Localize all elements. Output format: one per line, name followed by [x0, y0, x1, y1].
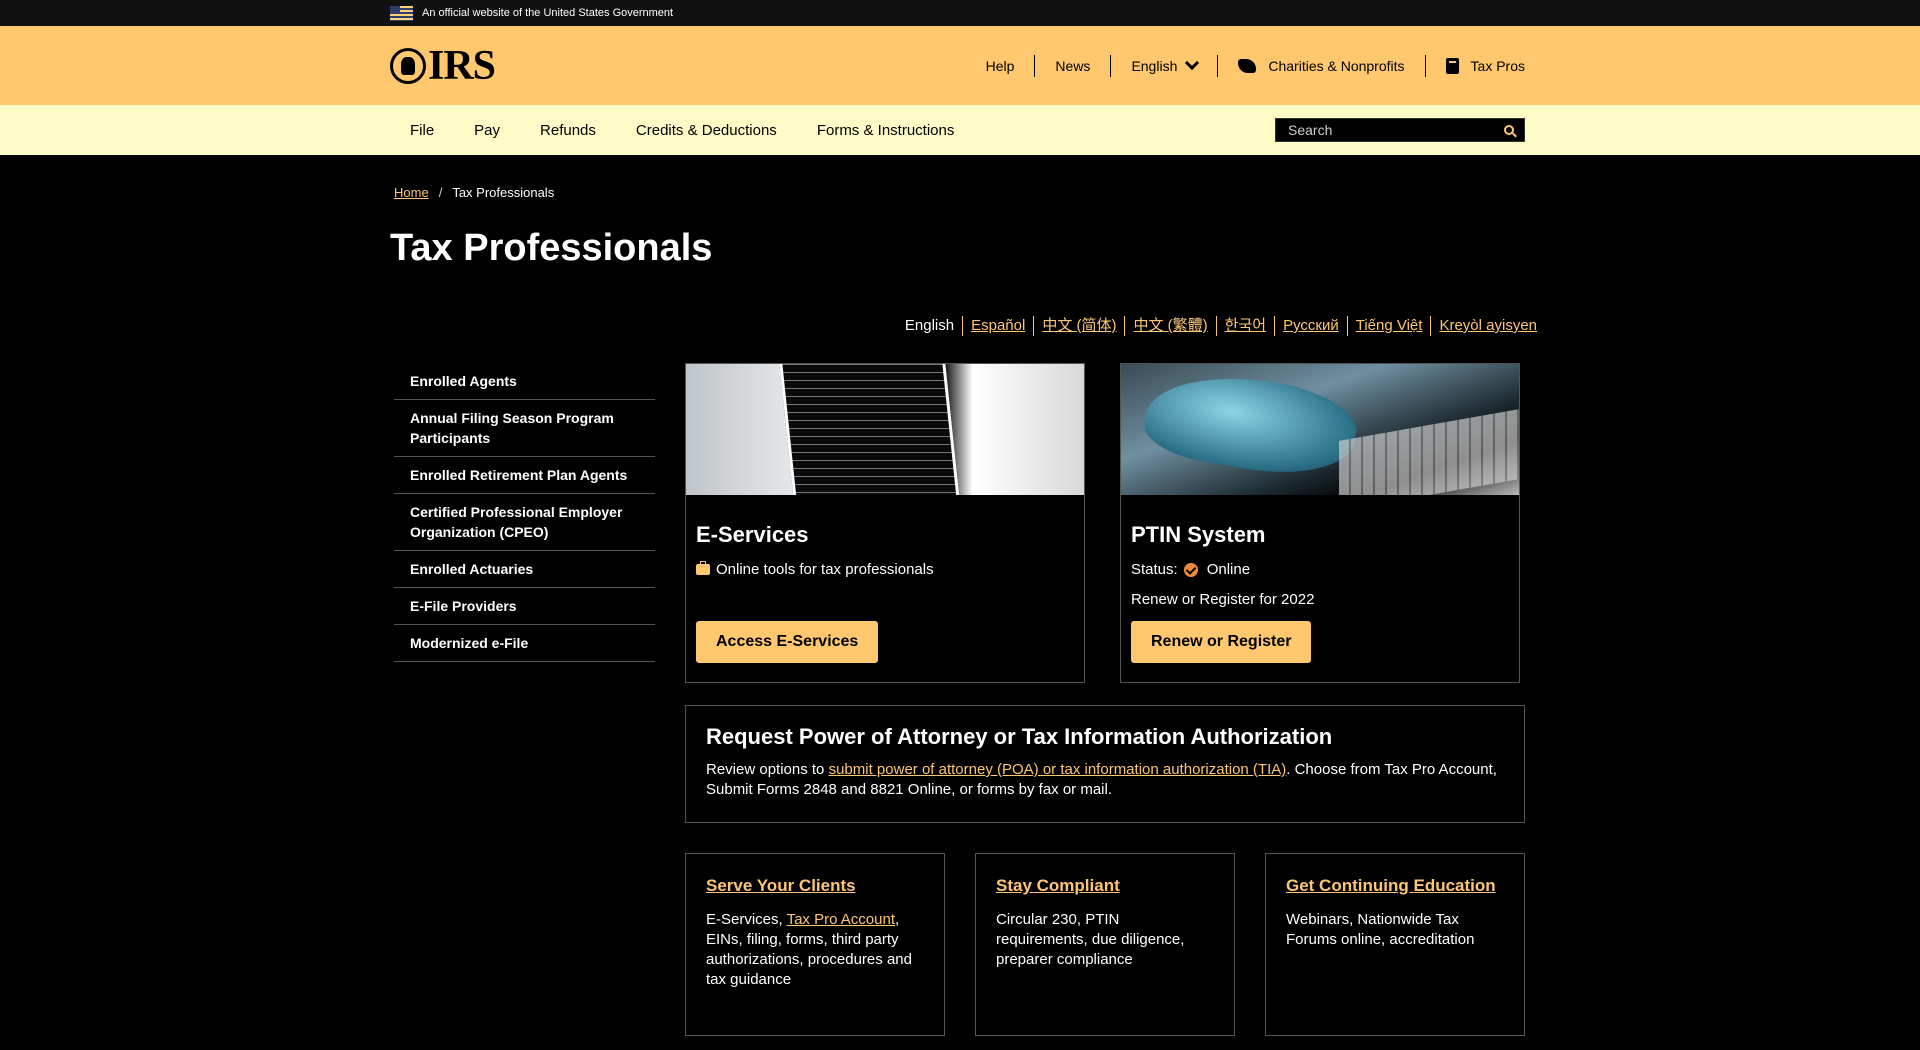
lang-chinese-simplified[interactable]: 中文 (简体)	[1033, 316, 1124, 336]
tax-pro-account-link[interactable]: Tax Pro Account	[787, 911, 895, 928]
nav-forms-instructions[interactable]: Forms & Instructions	[797, 122, 975, 139]
renew-register-button[interactable]: Renew or Register	[1131, 621, 1312, 663]
language-dropdown[interactable]: English	[1110, 54, 1217, 77]
poa-link[interactable]: submit power of attorney (POA) or tax in…	[829, 761, 1287, 778]
eservices-title: E-Services	[696, 522, 809, 547]
lang-haitian-creole[interactable]: Kreyòl ayisyen	[1430, 316, 1545, 336]
nav-file[interactable]: File	[390, 122, 454, 139]
sidebar-item-enrolled-agents[interactable]: Enrolled Agents	[394, 363, 655, 400]
poa-card: Request Power of Attorney or Tax Informa…	[685, 705, 1525, 823]
lang-spanish[interactable]: Español	[962, 316, 1033, 336]
lang-korean[interactable]: 한국어	[1215, 316, 1274, 336]
search-icon[interactable]	[1504, 125, 1514, 135]
page-title: Tax Professionals	[390, 227, 713, 269]
language-switcher: English Español 中文 (简体) 中文 (繁體) 한국어 Русс…	[897, 316, 1545, 336]
sidebar-nav: Enrolled Agents Annual Filing Season Pro…	[394, 363, 655, 662]
charities-link[interactable]: Charities & Nonprofits	[1217, 54, 1424, 77]
lang-vietnamese[interactable]: Tiếng Việt	[1346, 316, 1431, 336]
sidebar-item-afsp[interactable]: Annual Filing Season Program Participant…	[394, 400, 655, 457]
continuing-education-card: Get Continuing Education Webinars, Natio…	[1265, 853, 1525, 1036]
sidebar-item-enrolled-actuaries[interactable]: Enrolled Actuaries	[394, 551, 655, 588]
chevron-down-icon	[1185, 55, 1200, 71]
poa-title: Request Power of Attorney or Tax Informa…	[706, 724, 1333, 749]
ptin-card: PTIN System Status: Online Renew or Regi…	[1120, 363, 1520, 683]
help-link[interactable]: Help	[966, 55, 1035, 77]
eagle-icon	[390, 47, 426, 84]
stay-compliant-card: Stay Compliant Circular 230, PTIN requir…	[975, 853, 1235, 1036]
logo-text: IRS	[428, 42, 496, 89]
briefcase-icon	[696, 561, 710, 575]
sidebar-item-efile-providers[interactable]: E-File Providers	[394, 588, 655, 625]
ptin-title: PTIN System	[1131, 522, 1266, 547]
book-icon	[1445, 57, 1459, 74]
tax-pros-link[interactable]: Tax Pros	[1424, 54, 1525, 77]
poa-text-before: Review options to	[706, 761, 829, 778]
sidebar-item-retirement-plan-agents[interactable]: Enrolled Retirement Plan Agents	[394, 457, 655, 494]
serve-text-before: E-Services,	[706, 911, 787, 928]
ptin-renew-text: Renew or Register for 2022	[1131, 591, 1315, 608]
irs-logo[interactable]: IRS	[390, 42, 496, 90]
ptin-status-value: Online	[1206, 561, 1251, 578]
charities-label: Charities & Nonprofits	[1268, 57, 1405, 74]
eservices-description-row: Online tools for tax professionals	[696, 561, 934, 578]
lang-chinese-traditional[interactable]: 中文 (繁體)	[1124, 316, 1215, 336]
continuing-education-link[interactable]: Get Continuing Education	[1286, 876, 1496, 895]
ptin-status-row: Status: Online	[1131, 561, 1250, 578]
stay-compliant-text: Circular 230, PTIN requirements, due dil…	[996, 911, 1185, 968]
main-nav: File Pay Refunds Credits & Deductions Fo…	[0, 105, 1920, 155]
sidebar-item-cpeo[interactable]: Certified Professional Employer Organiza…	[394, 494, 655, 551]
gov-banner: An official website of the United States…	[0, 0, 1920, 26]
utility-nav: Help News English Charities & Nonprofits…	[966, 54, 1525, 77]
eservices-image	[686, 364, 1084, 495]
serve-clients-card: Serve Your Clients E-Services, Tax Pro A…	[685, 853, 945, 1036]
breadcrumb: Home / Tax Professionals	[394, 185, 554, 200]
search-input[interactable]	[1276, 122, 1504, 138]
site-header: IRS Help News English Charities & Nonpro…	[0, 26, 1920, 105]
stay-compliant-link[interactable]: Stay Compliant	[996, 876, 1120, 895]
sidebar-item-modernized-efile[interactable]: Modernized e-File	[394, 625, 655, 662]
breadcrumb-current: Tax Professionals	[452, 185, 555, 200]
check-circle-icon	[1183, 562, 1198, 577]
nav-pay[interactable]: Pay	[454, 122, 520, 139]
lang-russian[interactable]: Русский	[1274, 316, 1347, 336]
serve-clients-text: E-Services, Tax Pro Account, EINs, filin…	[706, 910, 924, 990]
language-label: English	[1131, 57, 1178, 74]
breadcrumb-separator: /	[438, 185, 443, 200]
eservices-description: Online tools for tax professionals	[716, 561, 934, 578]
search-box	[1275, 118, 1525, 142]
us-flag-icon	[390, 5, 413, 21]
news-link-label: News	[1055, 57, 1091, 74]
tax-pros-label: Tax Pros	[1470, 57, 1525, 74]
gov-banner-text: An official website of the United States…	[422, 7, 674, 19]
ptin-status-label: Status:	[1131, 561, 1178, 578]
nav-refunds[interactable]: Refunds	[520, 122, 616, 139]
serve-clients-link[interactable]: Serve Your Clients	[706, 876, 856, 895]
access-eservices-button[interactable]: Access E-Services	[696, 621, 879, 663]
nav-credits-deductions[interactable]: Credits & Deductions	[616, 122, 797, 139]
lang-english: English	[904, 317, 955, 334]
ptin-image	[1121, 364, 1519, 495]
continuing-education-text: Webinars, Nationwide Tax Forums online, …	[1286, 911, 1475, 948]
eservices-card: E-Services Online tools for tax professi…	[685, 363, 1085, 683]
breadcrumb-home[interactable]: Home	[394, 185, 429, 200]
poa-text: Review options to submit power of attorn…	[706, 760, 1504, 800]
help-link-label: Help	[985, 57, 1015, 74]
handshake-icon	[1238, 58, 1257, 73]
news-link[interactable]: News	[1034, 54, 1110, 77]
